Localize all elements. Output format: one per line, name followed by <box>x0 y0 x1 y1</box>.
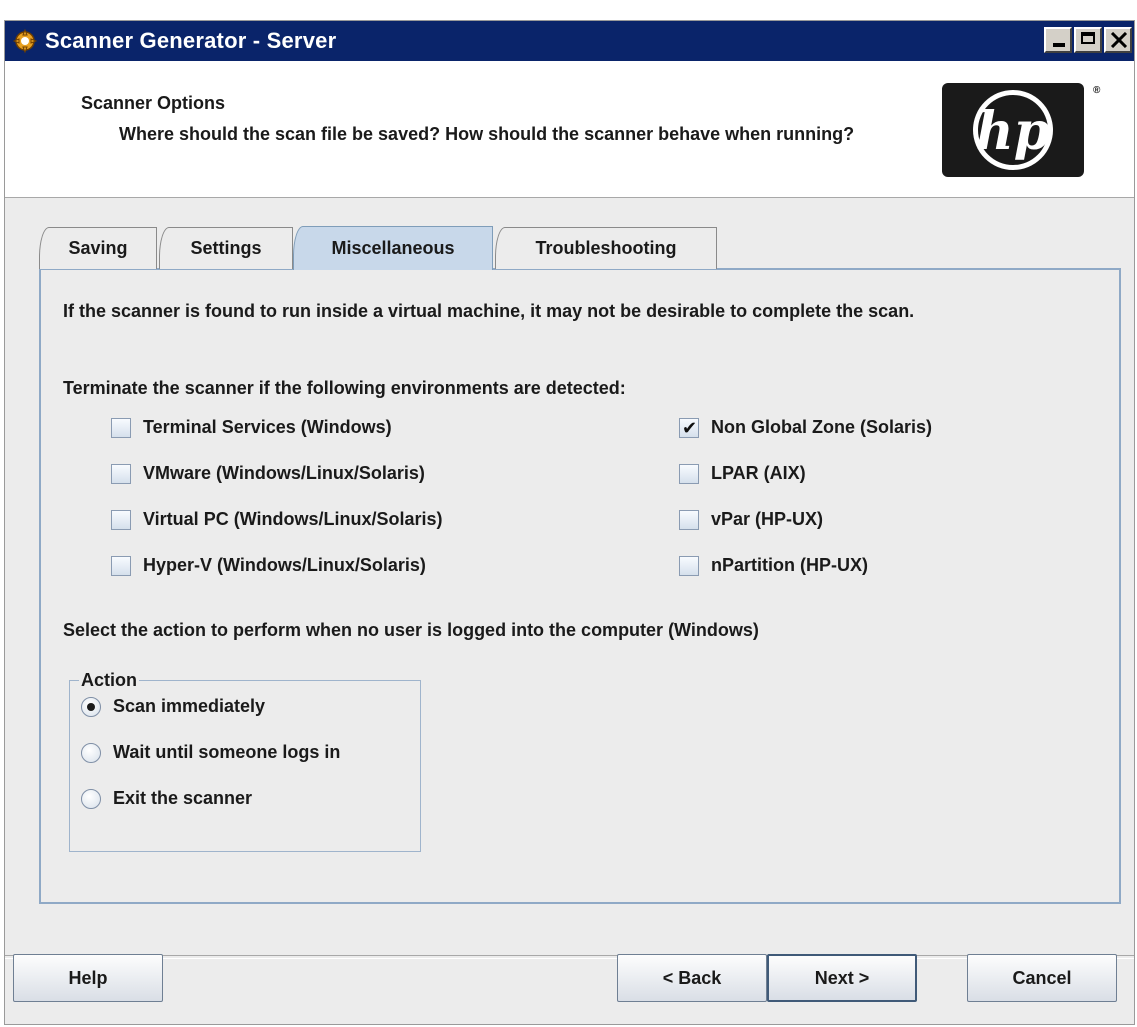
checkbox-label: LPAR (AIX) <box>711 463 806 483</box>
checkbox-box[interactable] <box>111 463 131 484</box>
exit-scanner-radio[interactable]: Exit the scanner <box>81 788 252 809</box>
scan-immediately-radio[interactable]: Scan immediately <box>81 696 265 717</box>
tab-settings[interactable]: Settings <box>159 227 293 269</box>
back-button[interactable]: < Back <box>617 954 767 1002</box>
checkbox-label: Virtual PC (Windows/Linux/Solaris) <box>143 509 443 529</box>
checkbox-label: Terminal Services (Windows) <box>143 417 392 437</box>
action-group-label: Action <box>79 670 139 691</box>
checkbox-label: vPar (HP-UX) <box>711 509 824 529</box>
wait-until-logs-in-radio[interactable]: Wait until someone logs in <box>81 742 340 763</box>
vpar-checkbox[interactable]: vPar (HP-UX) <box>679 509 823 530</box>
minimize-button[interactable] <box>1044 27 1072 53</box>
checkbox-box[interactable] <box>111 509 131 530</box>
help-button[interactable]: Help <box>13 954 163 1002</box>
cancel-button[interactable]: Cancel <box>967 954 1117 1002</box>
non-global-zone-checkbox[interactable]: ✔ Non Global Zone (Solaris) <box>679 417 932 438</box>
header-description: Where should the scan file be saved? How… <box>119 124 855 144</box>
tab-troubleshooting[interactable]: Troubleshooting <box>495 227 717 269</box>
virtual-pc-checkbox[interactable]: Virtual PC (Windows/Linux/Solaris) <box>111 509 443 530</box>
tab-saving[interactable]: Saving <box>39 227 157 269</box>
registered-mark: ® <box>1093 85 1101 96</box>
checkbox-box[interactable] <box>679 509 699 530</box>
checkbox-box[interactable] <box>111 555 131 576</box>
scanner-generator-icon <box>12 28 38 54</box>
checkmark-icon: ✔ <box>682 417 698 438</box>
tab-miscellaneous[interactable]: Miscellaneous <box>293 226 493 270</box>
terminate-label: Terminate the scanner if the following e… <box>63 378 626 398</box>
action-prompt: Select the action to perform when no use… <box>63 620 759 640</box>
checkbox-label: VMware (Windows/Linux/Solaris) <box>143 463 425 483</box>
radio-label: Scan immediately <box>113 696 266 716</box>
radio-button[interactable] <box>81 788 101 809</box>
checkbox-box[interactable] <box>111 417 131 438</box>
npartition-checkbox[interactable]: nPartition (HP-UX) <box>679 555 868 576</box>
window-title: Scanner Generator - Server <box>45 28 337 53</box>
vmware-checkbox[interactable]: VMware (Windows/Linux/Solaris) <box>111 463 425 484</box>
header-title: Scanner Options <box>81 93 226 113</box>
maximize-button[interactable] <box>1074 27 1102 53</box>
checkbox-box-checked[interactable]: ✔ <box>679 417 699 438</box>
radio-button-selected[interactable] <box>81 696 101 717</box>
radio-label: Exit the scanner <box>113 788 253 808</box>
wizard-window: Scanner Generator - Server Scanner Optio… <box>4 20 1135 1025</box>
lpar-checkbox[interactable]: LPAR (AIX) <box>679 463 806 484</box>
terminal-services-checkbox[interactable]: Terminal Services (Windows) <box>111 417 392 438</box>
hp-logo: hp ® <box>942 83 1101 177</box>
hp-logo-text: hp <box>976 101 1050 162</box>
radio-button[interactable] <box>81 742 101 763</box>
hyper-v-checkbox[interactable]: Hyper-V (Windows/Linux/Solaris) <box>111 555 426 576</box>
button-bar-separator <box>5 955 1134 959</box>
close-icon <box>1110 32 1128 48</box>
checkbox-box[interactable] <box>679 555 699 576</box>
window-controls <box>1044 27 1132 53</box>
wizard-header: Scanner Options Where should the scan fi… <box>5 61 1134 198</box>
close-button[interactable] <box>1104 27 1132 53</box>
next-button[interactable]: Next > <box>767 954 917 1002</box>
vm-intro-text: If the scanner is found to run inside a … <box>63 301 915 321</box>
title-bar[interactable]: Scanner Generator - Server <box>5 21 1134 61</box>
checkbox-label: Non Global Zone (Solaris) <box>711 417 933 437</box>
checkbox-label: Hyper-V (Windows/Linux/Solaris) <box>143 555 426 575</box>
checkbox-label: nPartition (HP-UX) <box>711 555 868 575</box>
checkbox-box[interactable] <box>679 463 699 484</box>
radio-label: Wait until someone logs in <box>113 742 341 762</box>
